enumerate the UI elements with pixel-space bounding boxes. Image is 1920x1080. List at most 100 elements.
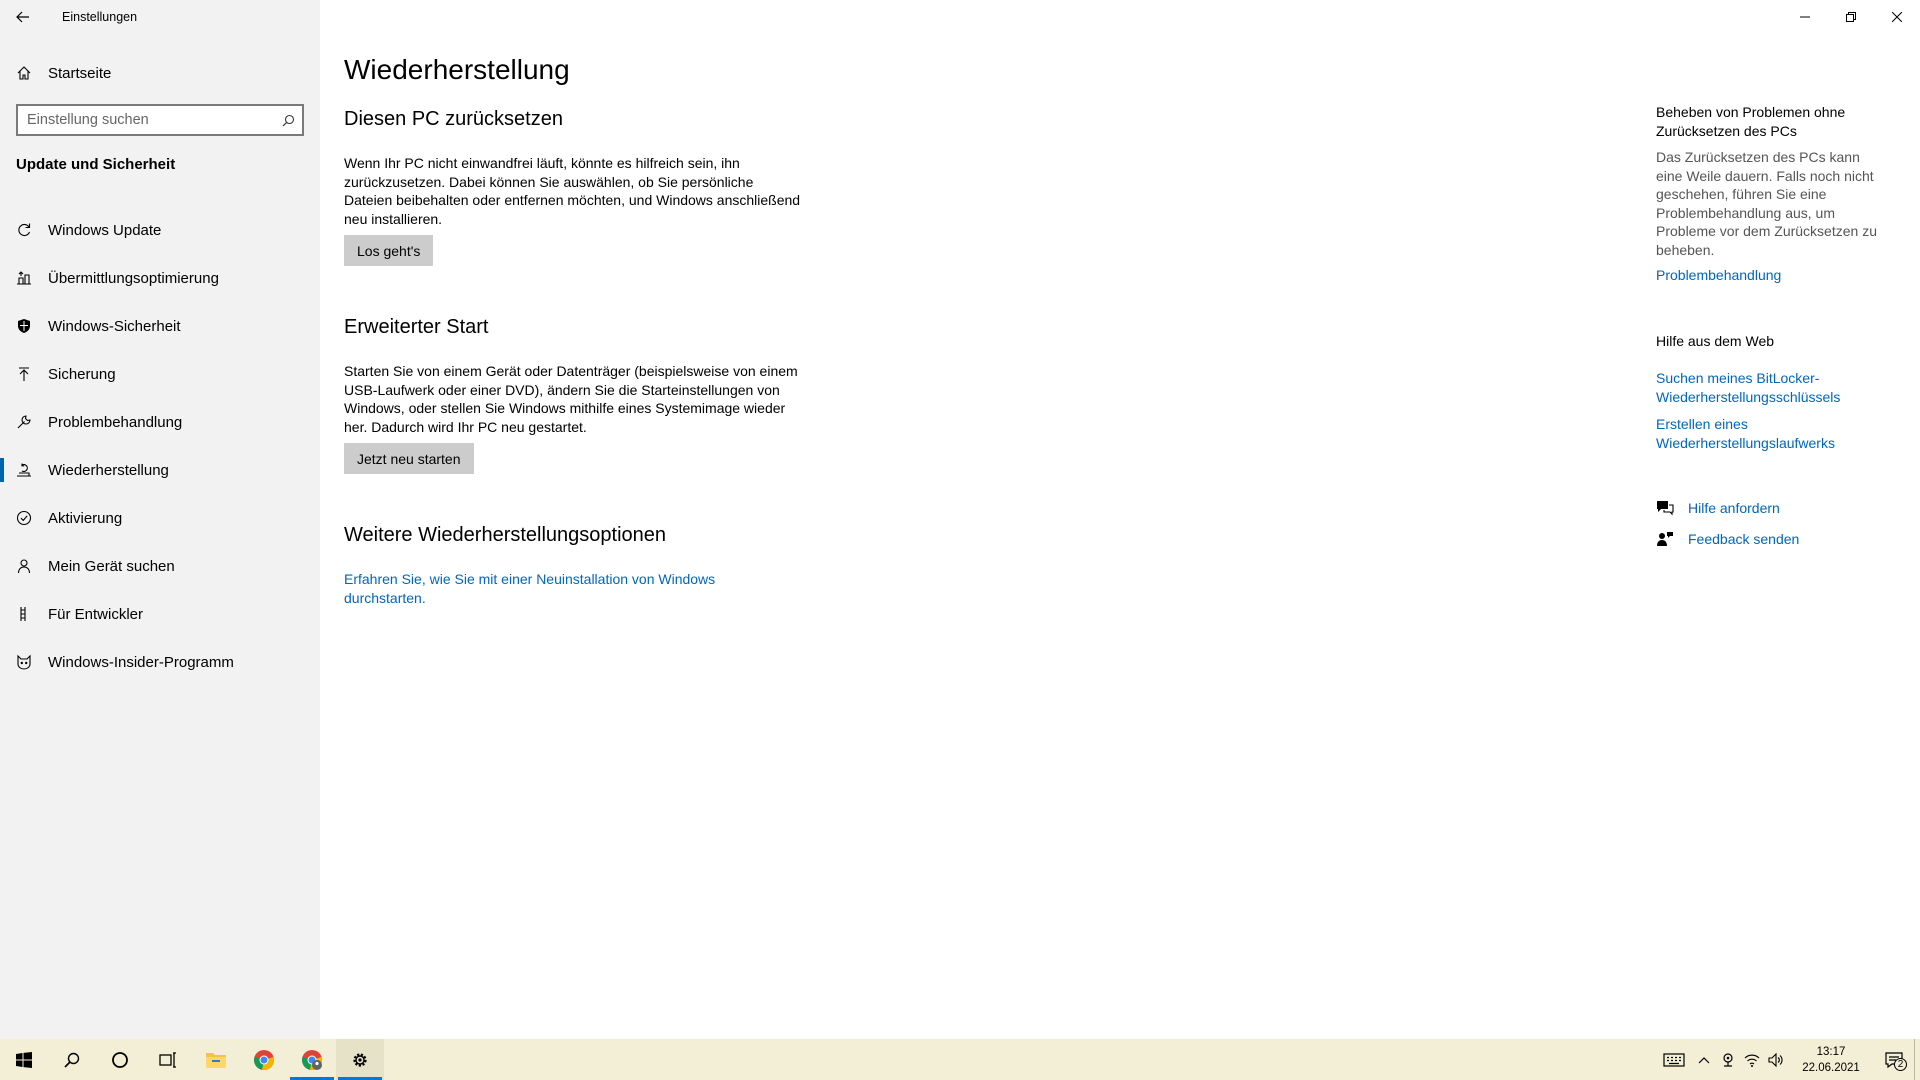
- troubleshoot-heading: Beheben von Problemen ohne Zurücksetzen …: [1656, 104, 1846, 139]
- start-button[interactable]: [0, 1039, 48, 1080]
- sidebar-item-windows-security[interactable]: Windows-Sicherheit: [0, 302, 320, 350]
- sidebar-item-for-developers[interactable]: Für Entwickler: [0, 590, 320, 638]
- sidebar-item-label: Mein Gerät suchen: [48, 557, 175, 575]
- taskbar-file-explorer[interactable]: [192, 1039, 240, 1080]
- taskbar-search-button[interactable]: [48, 1039, 96, 1080]
- notification-count-badge: 2: [1894, 1058, 1907, 1071]
- minimize-icon: [1800, 16, 1810, 18]
- get-help-link[interactable]: Hilfe anfordern: [1688, 499, 1780, 518]
- sidebar-item-activation[interactable]: Aktivierung: [0, 494, 320, 542]
- search-input[interactable]: [18, 112, 274, 128]
- get-help-row[interactable]: Hilfe anfordern: [1656, 498, 1780, 518]
- show-desktop-button[interactable]: [1914, 1039, 1920, 1080]
- bitlocker-key-link[interactable]: Suchen meines BitLocker-Wiederherstellun…: [1656, 369, 1896, 406]
- recovery-drive-link[interactable]: Erstellen eines Wiederherstellungslaufwe…: [1656, 415, 1896, 452]
- feedback-link[interactable]: Feedback senden: [1688, 530, 1799, 549]
- sidebar-item-windows-update[interactable]: Windows Update: [0, 206, 320, 254]
- sidebar-item-home[interactable]: Startseite: [0, 58, 320, 88]
- restart-now-button[interactable]: Jetzt neu starten: [344, 443, 474, 474]
- sidebar-item-label: Für Entwickler: [48, 605, 144, 623]
- sidebar-item-find-my-device[interactable]: Mein Gerät suchen: [0, 542, 320, 590]
- troubleshoot-link[interactable]: Problembehandlung: [1656, 266, 1896, 285]
- recovery-icon: [0, 462, 48, 478]
- sidebar-item-label: Windows-Sicherheit: [48, 317, 181, 335]
- clock-date: 22.06.2021: [1802, 1061, 1860, 1074]
- reset-start-button[interactable]: Los geht's: [344, 235, 434, 266]
- section-title: Update und Sicherheit: [16, 156, 176, 173]
- meet-now-button[interactable]: [1716, 1039, 1740, 1080]
- chrome-profile-icon: [302, 1049, 322, 1070]
- chevron-up-icon: [1698, 1056, 1710, 1063]
- reset-description: Wenn Ihr PC nicht einwandfrei läuft, kön…: [344, 155, 801, 227]
- gear-icon: [353, 1052, 367, 1067]
- sidebar-item-windows-insider[interactable]: Windows-Insider-Programm: [0, 638, 320, 686]
- network-button[interactable]: [1740, 1039, 1764, 1080]
- close-button[interactable]: [1874, 0, 1920, 34]
- sidebar-home-label: Startseite: [48, 64, 112, 82]
- taskbar-chrome-profile[interactable]: [288, 1039, 336, 1080]
- sidebar-item-label: Windows Update: [48, 221, 162, 239]
- close-icon: [1892, 12, 1902, 22]
- web-help-heading: Hilfe aus dem Web: [1656, 333, 1775, 349]
- chat-help-icon: [1656, 500, 1688, 516]
- sidebar: Einstellungen Startseite Update und Sich…: [0, 0, 320, 1039]
- keyboard-layout-button[interactable]: [1656, 1039, 1692, 1080]
- fresh-start-link[interactable]: Erfahren Sie, wie Sie mit einer Neuinsta…: [344, 570, 724, 607]
- search-box[interactable]: [16, 104, 304, 136]
- cortana-button[interactable]: [96, 1039, 144, 1080]
- action-center-button[interactable]: 2: [1874, 1039, 1914, 1080]
- developer-icon: [0, 606, 48, 622]
- upload-arrow-icon: [0, 366, 48, 382]
- back-button[interactable]: [0, 0, 46, 34]
- chrome-icon: [254, 1049, 274, 1070]
- sidebar-item-delivery-optimization[interactable]: Übermittlungsoptimierung: [0, 254, 320, 302]
- system-tray: 13:17 22.06.2021 2: [1656, 1039, 1920, 1080]
- search-icon: [64, 1052, 80, 1068]
- volume-button[interactable]: [1764, 1039, 1788, 1080]
- taskbar: 13:17 22.06.2021 2: [0, 1039, 1920, 1080]
- feedback-icon: [1656, 531, 1688, 547]
- back-arrow-icon: [16, 11, 29, 23]
- sidebar-item-troubleshoot[interactable]: Problembehandlung: [0, 398, 320, 446]
- home-icon: [0, 65, 48, 81]
- webcam-icon: [1723, 1052, 1733, 1067]
- feedback-row[interactable]: Feedback senden: [1656, 529, 1799, 549]
- task-view-icon: [159, 1051, 176, 1068]
- speaker-icon: [1768, 1052, 1783, 1067]
- sidebar-item-label: Sicherung: [48, 365, 116, 383]
- advanced-start-heading: Erweiterter Start: [344, 316, 489, 338]
- show-hidden-icons-button[interactable]: [1692, 1039, 1716, 1080]
- shield-icon: [0, 318, 48, 334]
- sidebar-item-recovery[interactable]: Wiederherstellung: [0, 446, 320, 494]
- page-title: Wiederherstellung: [344, 54, 570, 85]
- sidebar-item-label: Windows-Insider-Programm: [48, 653, 234, 671]
- minimize-button[interactable]: [1782, 0, 1828, 34]
- clock-time: 13:17: [1816, 1045, 1846, 1058]
- sidebar-item-backup[interactable]: Sicherung: [0, 350, 320, 398]
- delivery-icon: [0, 270, 48, 286]
- check-circle-icon: [0, 510, 48, 526]
- troubleshoot-description: Das Zurücksetzen des PCs kann eine Weile…: [1656, 149, 1877, 258]
- search-icon[interactable]: [274, 114, 302, 127]
- nav-list: Windows Update Übermittlungsoptimierung …: [0, 206, 320, 686]
- reset-heading: Diesen PC zurücksetzen: [344, 108, 563, 130]
- title-bar: Einstellungen: [0, 0, 320, 34]
- more-options-heading: Weitere Wiederherstellungsoptionen: [344, 524, 667, 546]
- taskbar-chrome[interactable]: [240, 1039, 288, 1080]
- task-view-button[interactable]: [144, 1039, 192, 1080]
- sidebar-item-label: Übermittlungsoptimierung: [48, 269, 219, 287]
- taskbar-settings[interactable]: [336, 1039, 384, 1080]
- sidebar-item-label: Wiederherstellung: [48, 461, 169, 479]
- taskbar-clock[interactable]: 13:17 22.06.2021: [1796, 1044, 1866, 1076]
- windows-logo-icon: [16, 1051, 32, 1068]
- window-controls: [1782, 0, 1920, 34]
- wifi-icon: [1744, 1054, 1760, 1067]
- sidebar-item-label: Problembehandlung: [48, 413, 183, 431]
- restore-button[interactable]: [1828, 0, 1874, 34]
- wrench-icon: [0, 414, 48, 430]
- folder-icon: [206, 1052, 226, 1068]
- sidebar-item-label: Aktivierung: [48, 509, 123, 527]
- refresh-icon: [0, 222, 48, 238]
- person-icon: [0, 558, 48, 574]
- cortana-circle-icon: [112, 1051, 128, 1068]
